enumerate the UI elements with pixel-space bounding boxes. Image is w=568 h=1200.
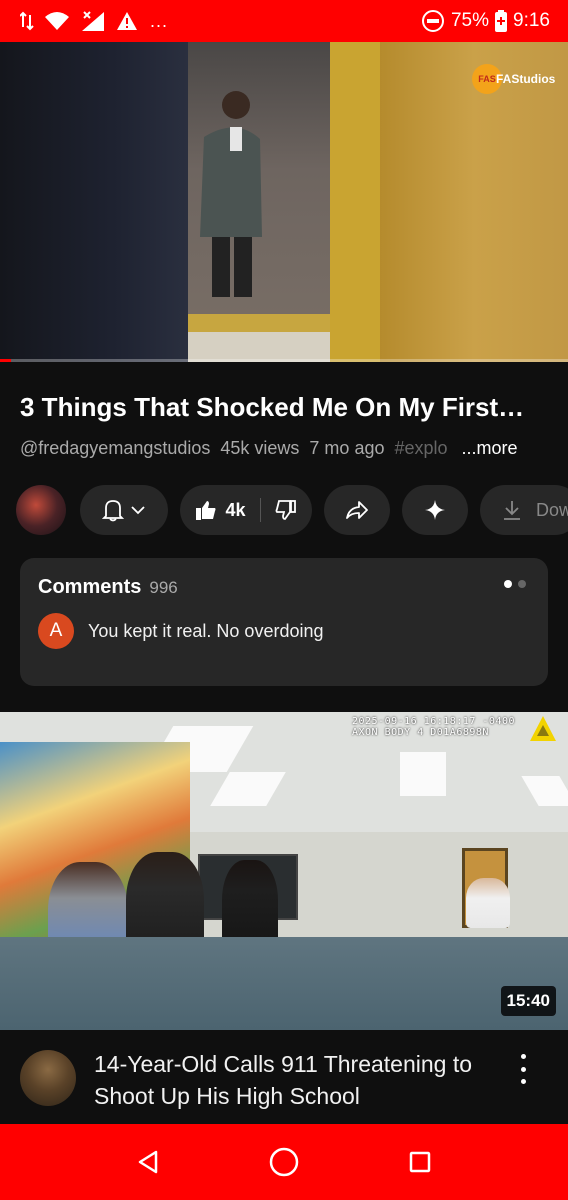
channel-handle[interactable]: @fredagyemangstudios	[20, 438, 210, 459]
next-video-thumbnail[interactable]: 2025-09-16 16:18:17 -0400 AXON BODY 4 D0…	[0, 712, 568, 1030]
like-count: 4k	[225, 499, 246, 520]
wifi-icon	[45, 12, 69, 30]
view-count: 45k views	[220, 438, 300, 458]
like-button[interactable]: 4k	[181, 499, 259, 521]
recents-icon	[409, 1151, 431, 1173]
like-dislike-group: 4k	[180, 485, 312, 535]
download-label: Dow	[536, 499, 568, 520]
hashtag-link[interactable]: #explo	[394, 438, 447, 459]
watermark-text: FAStudios	[496, 72, 556, 86]
video-player[interactable]: FAS FAStudios	[0, 42, 568, 362]
axon-logo-icon	[530, 716, 556, 741]
person-figure	[200, 91, 262, 297]
bodycam-overlay: 2025-09-16 16:18:17 -0400 AXON BODY 4 D0…	[352, 716, 515, 738]
download-icon	[504, 501, 520, 520]
data-arrows-icon	[20, 11, 34, 31]
share-icon	[346, 501, 368, 519]
next-video-title[interactable]: 14-Year-Old Calls 911 Threatening to Sho…	[94, 1048, 494, 1112]
battery-percent: 75%	[450, 10, 490, 31]
record-icon	[421, 10, 444, 32]
thumbs-up-icon	[196, 501, 216, 520]
chevron-down-icon	[131, 506, 145, 515]
progress-track[interactable]	[0, 359, 568, 362]
carousel-dots	[504, 580, 526, 588]
video-duration: 15:40	[500, 986, 556, 1016]
status-overflow-dots: ...	[150, 10, 169, 31]
upload-age: 7 mo ago	[309, 438, 385, 458]
sparkle-icon	[425, 500, 445, 520]
status-bar: ... 75% 9:16	[0, 0, 568, 42]
conference-table	[0, 937, 568, 1030]
kebab-icon[interactable]	[514, 1054, 532, 1084]
more-link[interactable]: ...more	[462, 438, 518, 459]
carousel-dot	[518, 580, 526, 588]
video-meta[interactable]: @fredagyemangstudios 45k views 7 mo ago …	[20, 438, 550, 459]
back-icon	[138, 1150, 158, 1174]
comments-teaser[interactable]: Comments 996 A You kept it real. No over…	[20, 558, 548, 686]
recents-button[interactable]	[400, 1142, 440, 1182]
dislike-button[interactable]	[261, 499, 311, 521]
signal-icon	[82, 11, 104, 31]
bell-icon	[102, 500, 124, 522]
home-button[interactable]	[264, 1142, 304, 1182]
battery-icon	[495, 10, 508, 32]
next-channel-avatar[interactable]	[20, 1050, 76, 1106]
action-row: 4k Dow	[16, 484, 568, 536]
video-title[interactable]: 3 Things That Shocked Me On My First…	[20, 392, 550, 423]
share-button[interactable]	[324, 485, 390, 535]
back-button[interactable]	[128, 1142, 168, 1182]
system-nav-bar	[0, 1124, 568, 1200]
home-icon	[269, 1147, 299, 1177]
comments-count: 996	[149, 578, 178, 597]
bodycam-timestamp: 2025-09-16 16:18:17 -0400	[352, 716, 516, 727]
download-button[interactable]: Dow	[480, 485, 568, 535]
alert-icon	[117, 12, 137, 30]
progress-fill	[0, 359, 12, 362]
channel-watermark: FAS FAStudios	[472, 64, 555, 94]
person-4	[466, 878, 510, 928]
blurred-figure	[0, 42, 188, 362]
thumbs-down-icon	[275, 500, 296, 520]
comment-preview: You kept it real. No overdoing	[88, 620, 324, 641]
ask-ai-button[interactable]	[402, 485, 468, 535]
bodycam-device: AXON BODY 4 D01A6898N	[352, 727, 489, 738]
subscribe-notifications-button[interactable]	[80, 485, 168, 535]
comments-label: Comments	[38, 576, 142, 598]
carousel-dot-active	[504, 580, 512, 588]
channel-avatar[interactable]	[16, 485, 66, 535]
clock: 9:16	[513, 10, 550, 31]
next-video-meta: 14-Year-Old Calls 911 Threatening to Sho…	[0, 1032, 568, 1124]
commenter-avatar: A	[38, 613, 74, 649]
